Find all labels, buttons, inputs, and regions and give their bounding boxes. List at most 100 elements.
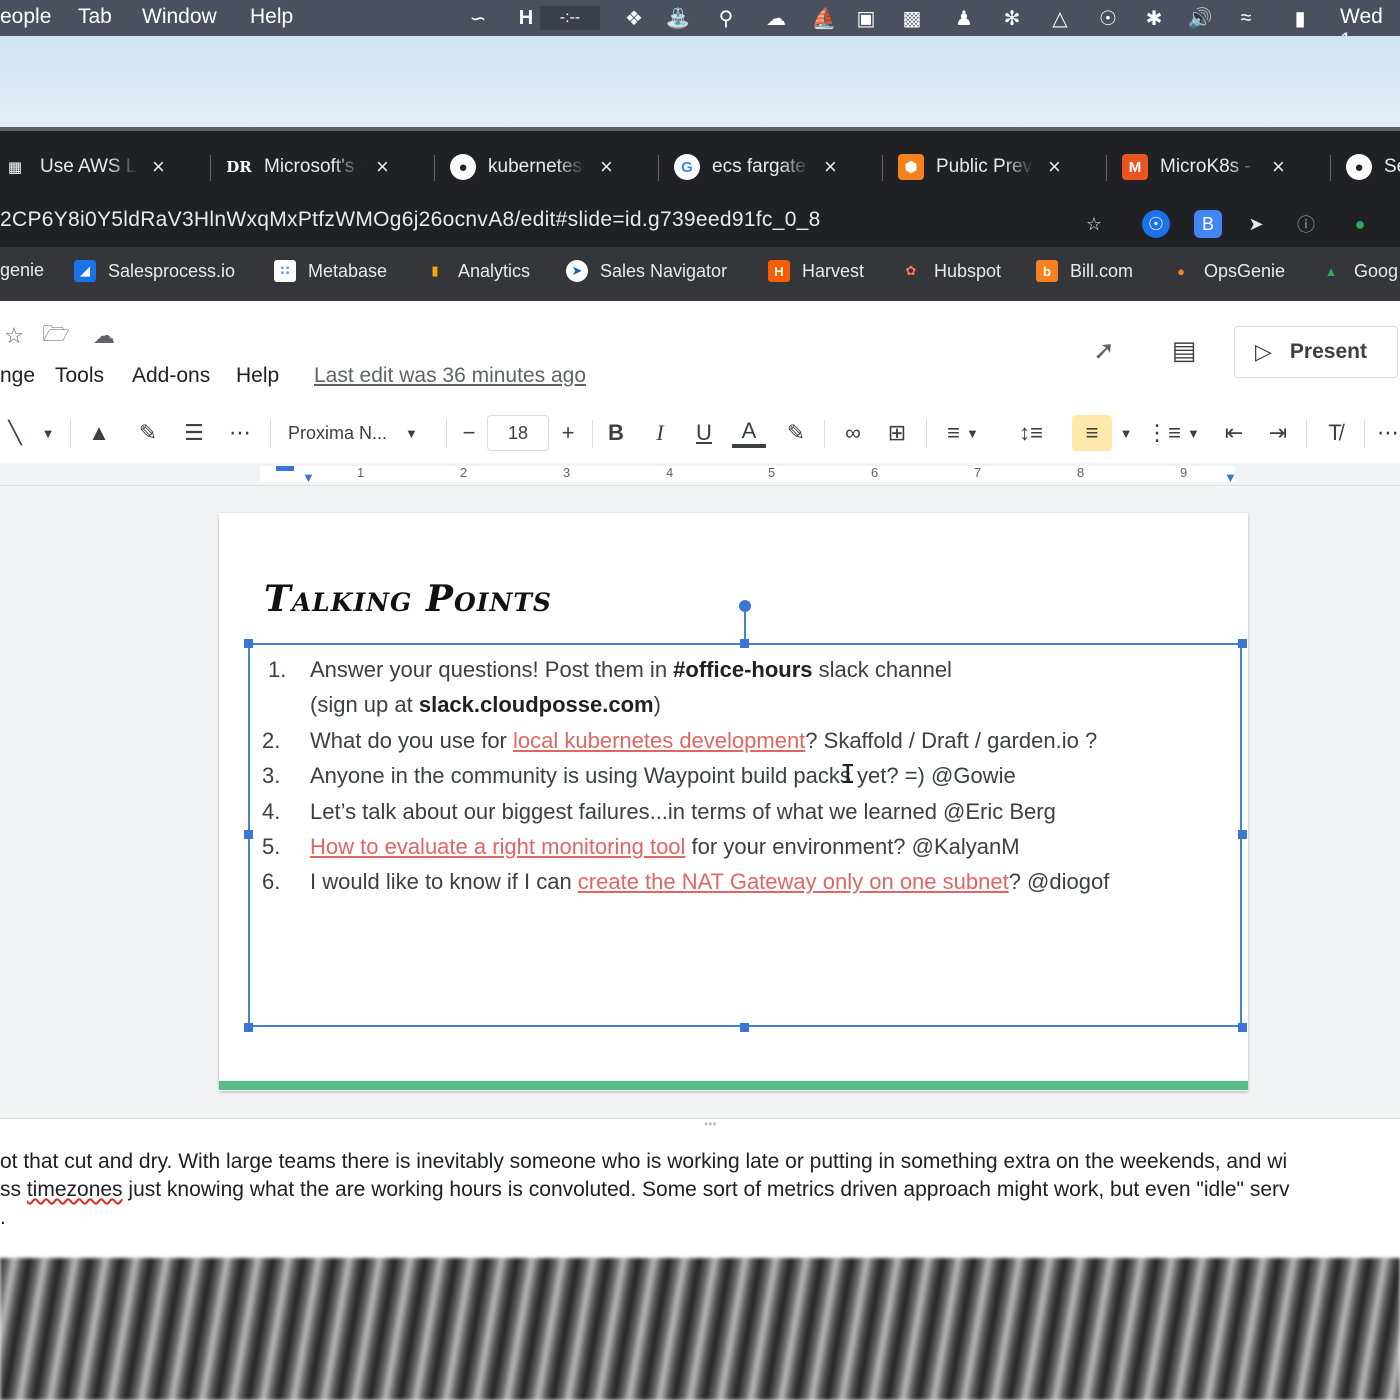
resize-handle-top[interactable] <box>740 639 749 648</box>
bookmark-genie[interactable]: genie <box>0 260 44 281</box>
tab-ecs-fargate[interactable]: G ecs fargate sp × <box>674 145 837 189</box>
list-link[interactable]: How to evaluate a right monitoring tool <box>310 834 685 859</box>
text-color-icon[interactable]: A <box>732 418 766 448</box>
line-spacing-icon[interactable]: ↕≡ <box>1014 418 1048 448</box>
menu-arrange[interactable]: nge <box>0 364 35 388</box>
resize-handle-bottom-left[interactable] <box>244 1023 253 1032</box>
activity-trend-icon[interactable]: ➚ <box>1090 335 1118 365</box>
timer-display[interactable]: -:-- <box>540 6 600 30</box>
resize-handle-bottom[interactable] <box>740 1023 749 1032</box>
list-link[interactable]: create the NAT Gateway only on one subne… <box>578 869 1009 894</box>
decrease-indent-icon[interactable]: ⇤ <box>1220 418 1248 448</box>
folder-icon[interactable]: 🗁 <box>42 321 70 350</box>
border-weight-icon[interactable]: ☰ <box>180 418 208 448</box>
bookmark-sales-navigator[interactable]: ➤ Sales Navigator <box>566 260 727 282</box>
rotate-handle[interactable] <box>739 600 751 612</box>
dropbox-icon[interactable]: ❖ <box>620 4 648 32</box>
left-indent-marker[interactable]: ▼ <box>302 470 315 485</box>
tab-kubernetes[interactable]: ● kubernetes-s × <box>450 145 613 189</box>
list-item[interactable]: 3. Anyone in the community is using Waypo… <box>262 763 1016 789</box>
numbered-list-icon[interactable]: ≡ <box>1072 415 1112 451</box>
info-extension-icon[interactable]: ⓘ <box>1292 210 1320 238</box>
underline-icon[interactable]: U <box>690 418 718 448</box>
wifi-icon[interactable]: ≈ <box>1232 4 1260 32</box>
bluetooth-icon[interactable]: ✱ <box>1140 4 1168 32</box>
color-wheel-icon[interactable]: ✻ <box>998 4 1026 32</box>
chat-extension-icon[interactable]: ● <box>1346 210 1374 238</box>
menu-help[interactable]: Help <box>250 5 293 29</box>
resize-handle-bottom-right[interactable] <box>1238 1023 1247 1032</box>
rocket-extension-icon[interactable]: ➤ <box>1242 210 1270 238</box>
scroll-icon[interactable]: ∽ <box>464 4 492 32</box>
tab-microsoft-kubernetes[interactable]: DR Microsoft's Ku × <box>226 145 389 189</box>
decrease-font-size-button[interactable]: − <box>456 418 482 448</box>
resize-handle-left[interactable] <box>244 830 253 839</box>
bold-icon[interactable]: B <box>602 418 630 448</box>
line-icon[interactable]: ╲ <box>2 418 28 448</box>
close-icon[interactable]: × <box>1272 154 1285 180</box>
h-app-icon[interactable]: H <box>512 4 540 32</box>
bookmark-hubspot[interactable]: ✿ Hubspot <box>900 260 1002 282</box>
comment-icon[interactable]: ▤ <box>1170 335 1198 365</box>
close-icon[interactable]: × <box>376 154 389 180</box>
fill-color-icon[interactable]: ▲ <box>84 418 114 448</box>
tab-aws-lambda[interactable]: ▦ Use AWS Lam × <box>2 145 165 189</box>
link-icon[interactable]: ∞ <box>838 418 868 448</box>
airplay-icon[interactable]: △ <box>1046 4 1074 32</box>
url-field[interactable]: 2CP6Y8i0Y5ldRaV3HlnWxqMxPtfzWMOg6j26ocnv… <box>0 208 821 232</box>
font-select[interactable]: Proxima N... ▼ <box>288 418 428 448</box>
align-icon[interactable]: ≡ ▼ <box>938 418 988 448</box>
tab-github[interactable]: ● Se <box>1346 145 1400 189</box>
list-item[interactable]: 6. I would like to know if I can create t… <box>262 869 1109 895</box>
present-button[interactable]: ▷ Present <box>1234 326 1398 378</box>
list-item[interactable]: 2. What do you use for local kubernetes d… <box>262 728 1097 754</box>
bookmark-billcom[interactable]: b Bill.com <box>1036 260 1133 282</box>
increase-indent-icon[interactable]: ⇥ <box>1264 418 1292 448</box>
shield-icon[interactable]: ⛲ <box>664 4 692 32</box>
menu-tab[interactable]: Tab <box>78 5 112 29</box>
list-item[interactable]: 5. How to evaluate a right monitoring too… <box>262 834 1020 860</box>
cloud-icon[interactable]: ☁ <box>762 4 790 32</box>
bookmark-analytics[interactable]: ▮ Analytics <box>424 260 530 282</box>
bookmark-google-drive[interactable]: ▲ Goog <box>1320 260 1398 282</box>
compass-extension-icon[interactable]: ☉ <box>1142 210 1170 238</box>
chevron-down-icon[interactable]: ▼ <box>38 418 58 448</box>
border-color-icon[interactable]: ✎ <box>134 418 162 448</box>
font-size-input[interactable]: 18 <box>487 415 549 451</box>
chevron-down-icon[interactable]: ▼ <box>1116 418 1136 448</box>
list-item[interactable]: 4. Let’s talk about our biggest failures.… <box>262 799 1056 825</box>
border-dash-icon[interactable]: ⋯ <box>226 418 254 448</box>
volume-icon[interactable]: 🔊 <box>1186 4 1214 32</box>
cloud-saved-icon[interactable]: ☁ <box>90 322 118 350</box>
menu-people[interactable]: eople <box>0 5 51 29</box>
increase-font-size-button[interactable]: + <box>555 418 581 448</box>
menu-tools[interactable]: Tools <box>55 364 104 388</box>
italic-icon[interactable]: I <box>646 418 674 448</box>
battery-icon[interactable]: ▮ <box>1286 4 1314 32</box>
close-icon[interactable]: × <box>824 154 837 180</box>
list-item-continuation[interactable]: (sign up at slack.cloudposse.com) <box>310 692 661 718</box>
display-icon[interactable]: ▩ <box>898 4 926 32</box>
resize-handle-right[interactable] <box>1238 830 1247 839</box>
person-icon[interactable]: ♟ <box>950 4 978 32</box>
screen-icon[interactable]: ▣ <box>852 4 880 32</box>
close-icon[interactable]: × <box>600 154 613 180</box>
menu-addons[interactable]: Add-ons <box>132 364 210 388</box>
right-indent-marker[interactable]: ▼ <box>1224 470 1237 485</box>
notes-resize-handle[interactable]: ••• <box>0 1117 1400 1133</box>
b-extension-icon[interactable]: B <box>1194 210 1222 238</box>
bookmark-salesprocess[interactable]: ◢ Salesprocess.io <box>74 260 235 282</box>
close-icon[interactable]: × <box>1048 154 1061 180</box>
bookmark-opsgenie[interactable]: ● OpsGenie <box>1170 260 1285 282</box>
clear-formatting-icon[interactable]: T̸ <box>1320 418 1350 448</box>
bookmark-harvest[interactable]: H Harvest <box>768 260 864 282</box>
star-icon[interactable]: ☆ <box>0 322 28 350</box>
menu-help-docs[interactable]: Help <box>236 364 279 388</box>
highlight-icon[interactable]: ✎ <box>782 418 810 448</box>
star-icon[interactable]: ☆ <box>1080 210 1108 238</box>
resize-handle-top-right[interactable] <box>1238 639 1247 648</box>
docker-icon[interactable]: ⛵ <box>810 4 838 32</box>
bulleted-list-icon[interactable]: ⋮≡ ▼ <box>1146 418 1200 448</box>
last-edit-link[interactable]: Last edit was 36 minutes ago <box>314 364 586 388</box>
list-item[interactable]: 1. Answer your questions! Post them in #o… <box>262 657 952 683</box>
